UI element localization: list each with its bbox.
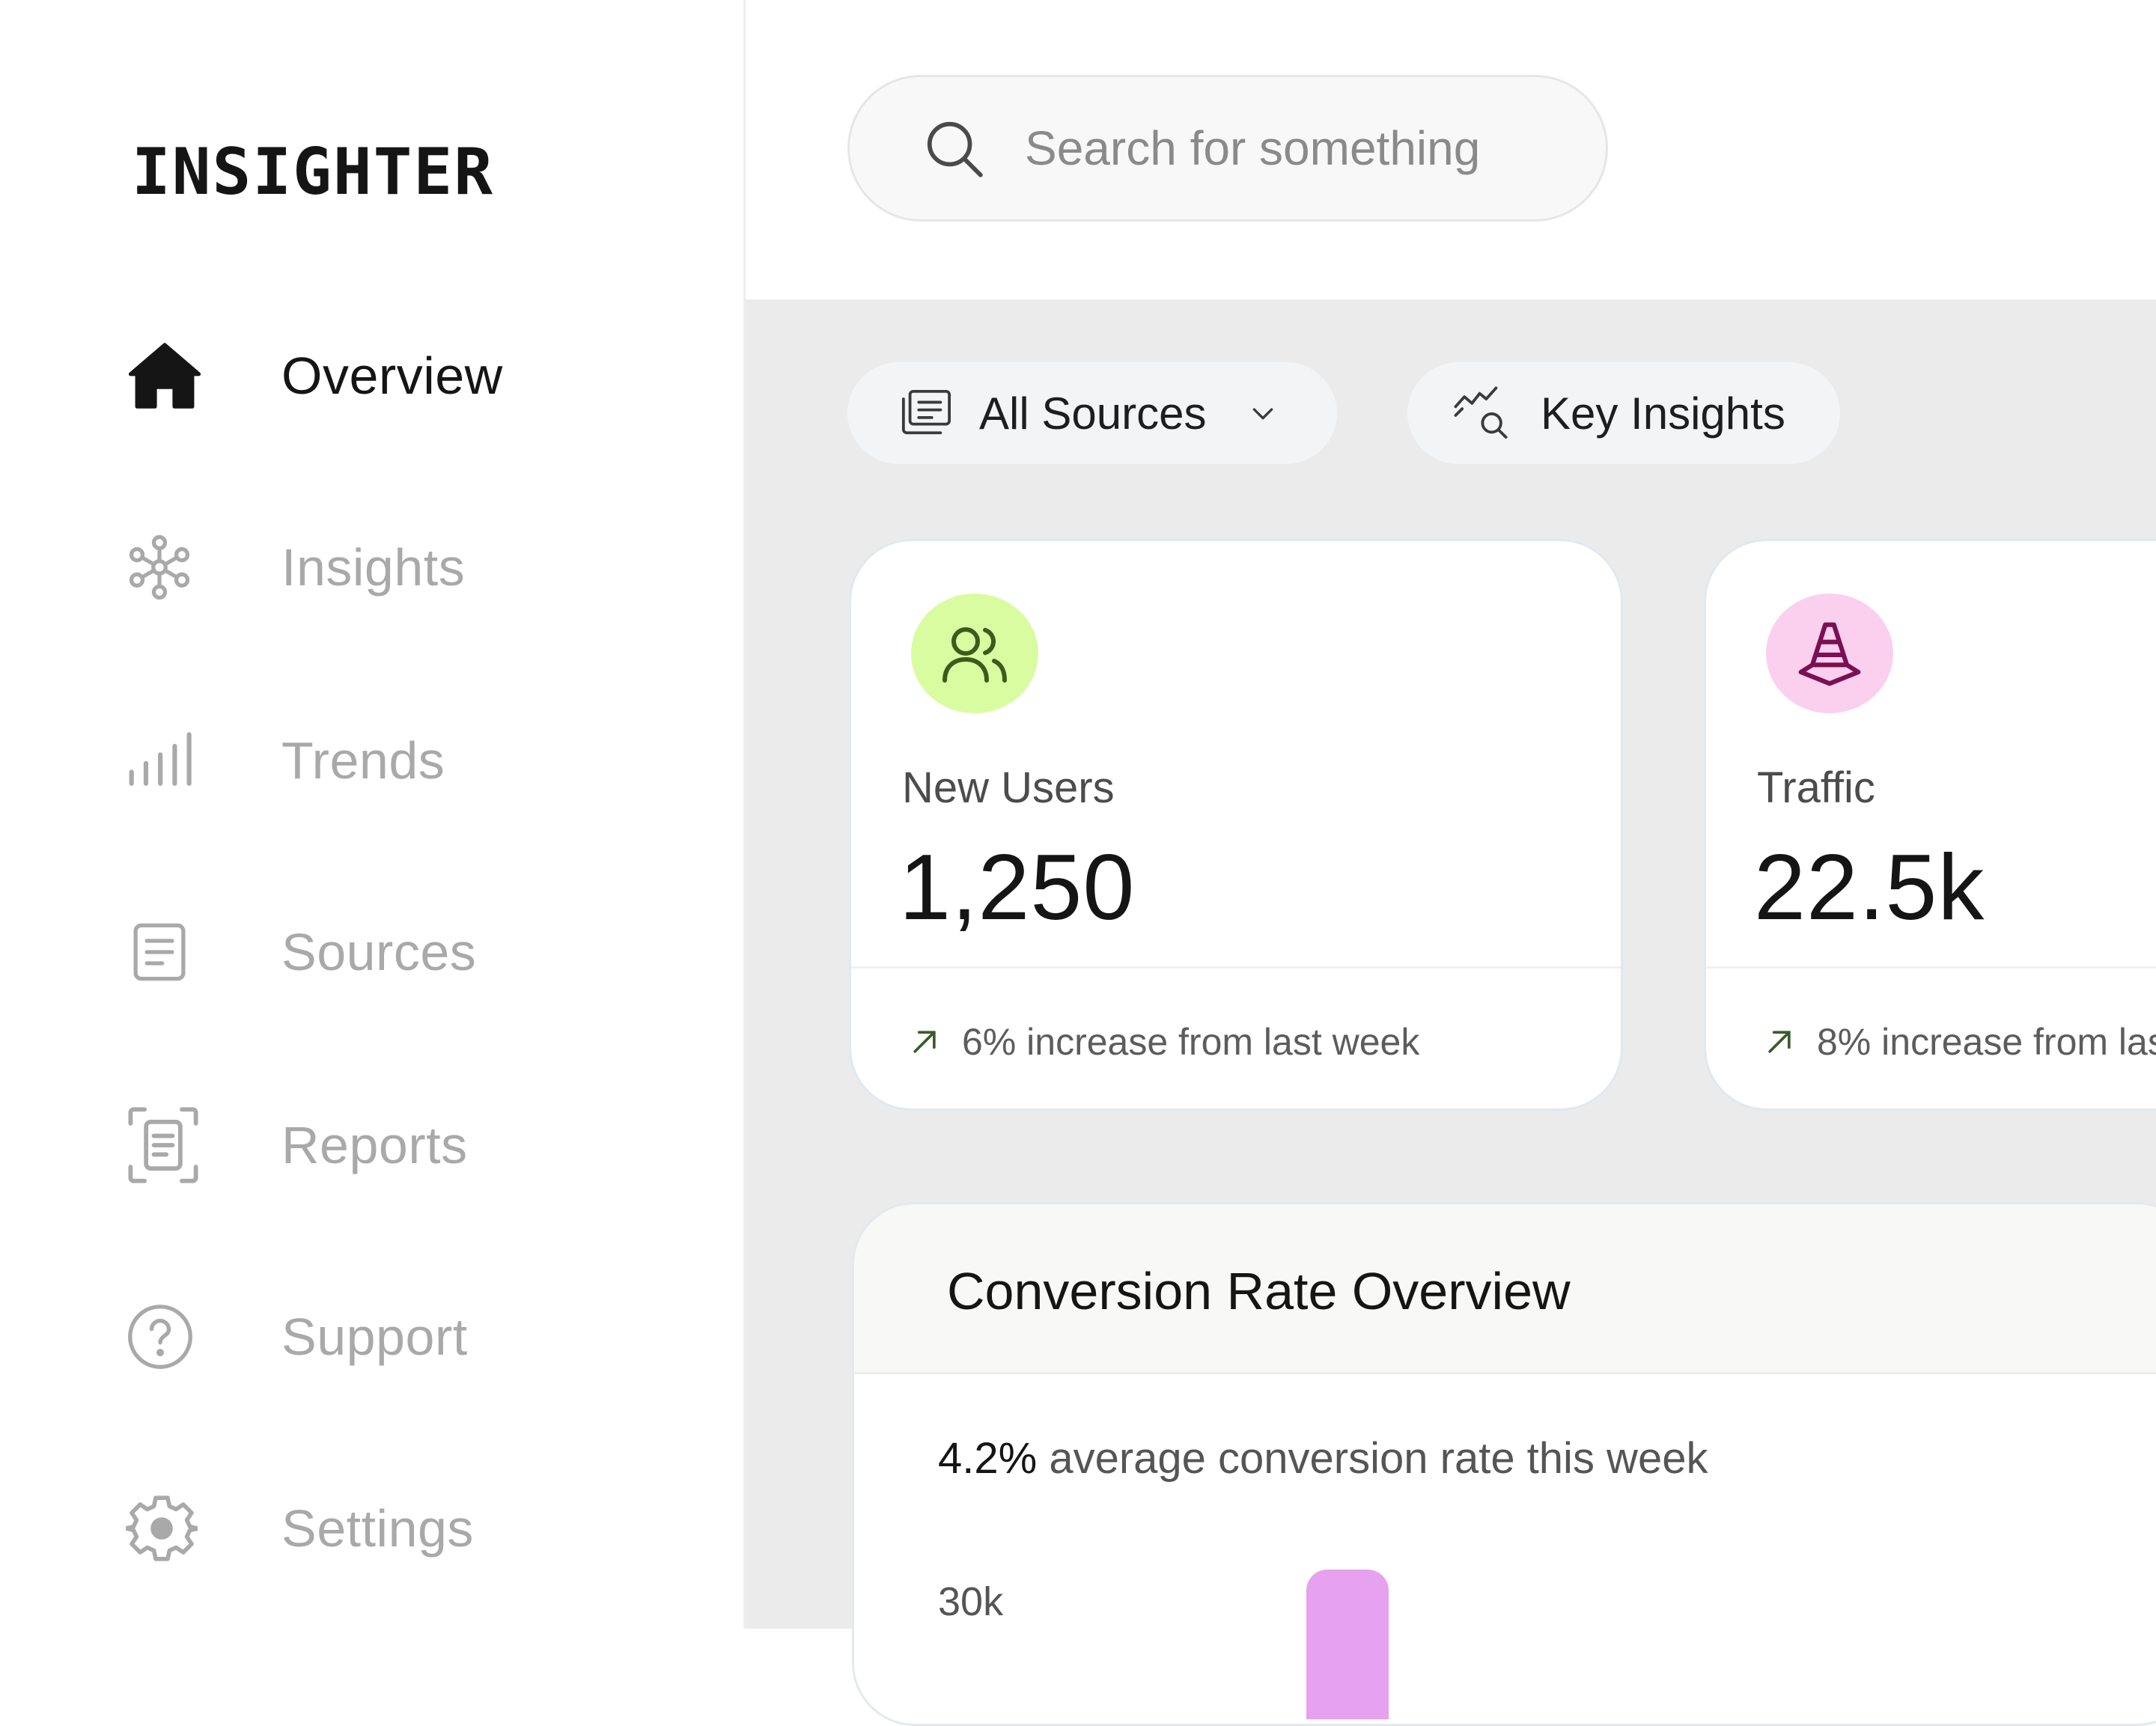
card-footer: 8% increase from las [1763,1020,2156,1064]
network-icon [126,526,208,609]
card-value: 22.5k [1754,836,1985,939]
traffic-card[interactable]: Traffic 22.5k 8% increase from las [1704,539,2156,1111]
sidebar-item-reports[interactable]: Reports [126,1100,468,1190]
traffic-icon-badge [1766,594,1893,713]
panel-title: Conversion Rate Overview [947,1262,1571,1320]
sidebar-item-label: Support [281,1308,468,1366]
bar-signal-icon [126,719,208,802]
app-logo: INSIGHTER [132,135,494,210]
sidebar: INSIGHTER Overview Insights Trends Sourc… [0,0,746,1629]
card-divider [851,966,1621,969]
conversion-rate-text: average conversion rate this week [1037,1434,1708,1483]
search-icon [927,121,983,177]
sidebar-item-trends[interactable]: Trends [126,716,445,805]
search-placeholder: Search for something [1025,121,1481,175]
new-users-icon-badge [911,594,1038,713]
chevron-down-icon [1253,408,1273,420]
question-circle-icon [126,1296,208,1378]
home-icon [126,335,208,417]
new-users-card[interactable]: New Users 1,250 6% increase from last we… [849,539,1623,1111]
sidebar-item-label: Overview [281,347,503,405]
card-change: 6% increase from last week [962,1021,1420,1063]
card-change: 8% increase from las [1817,1021,2156,1063]
arrow-up-right-icon [1768,1031,1791,1053]
sidebar-item-label: Sources [281,923,477,981]
card-title: Traffic [1757,763,1875,812]
y-axis-tick-label: 30k [938,1579,1004,1624]
card-footer: 6% increase from last week [908,1020,1419,1064]
conversion-rate-panel: Conversion Rate Overview 4.2% average co… [852,1202,2156,1726]
panel-header: Conversion Rate Overview [854,1204,2156,1374]
sidebar-item-sources[interactable]: Sources [126,907,476,997]
card-value: 1,250 [899,836,1136,939]
all-sources-dropdown[interactable]: All Sources [847,362,1337,464]
chart-bar[interactable] [1306,1570,1389,1719]
sidebar-item-support[interactable]: Support [126,1292,468,1382]
top-header: Search for something [746,0,2156,299]
sidebar-item-label: Insights [281,538,466,597]
conversion-summary: 4.2% average conversion rate this week [938,1433,1708,1483]
traffic-cone-icon [1798,622,1861,686]
document-icon [126,911,208,993]
sidebar-item-insights[interactable]: Insights [126,522,465,612]
card-title: New Users [902,763,1115,812]
all-sources-label: All Sources [979,388,1207,439]
trend-search-icon [1454,386,1508,439]
report-scan-icon [126,1104,208,1186]
card-divider [1706,966,2156,969]
users-icon [943,627,1007,683]
sidebar-item-label: Trends [281,731,445,790]
key-insights-button[interactable]: Key Insights [1407,362,1840,464]
search-input[interactable]: Search for something [847,75,1608,222]
sidebar-item-label: Settings [281,1499,474,1558]
sources-stack-icon [901,389,951,435]
main-content: All Sources Key Insights New Users 1,250… [746,299,2156,1726]
sidebar-item-settings[interactable]: Settings [126,1483,474,1573]
sidebar-item-overview[interactable]: Overview [126,331,503,421]
arrow-up-right-icon [913,1031,936,1053]
conversion-rate-value: 4.2% [938,1434,1038,1483]
sidebar-item-label: Reports [281,1116,468,1174]
key-insights-label: Key Insights [1541,388,1785,439]
gear-icon [126,1487,208,1570]
